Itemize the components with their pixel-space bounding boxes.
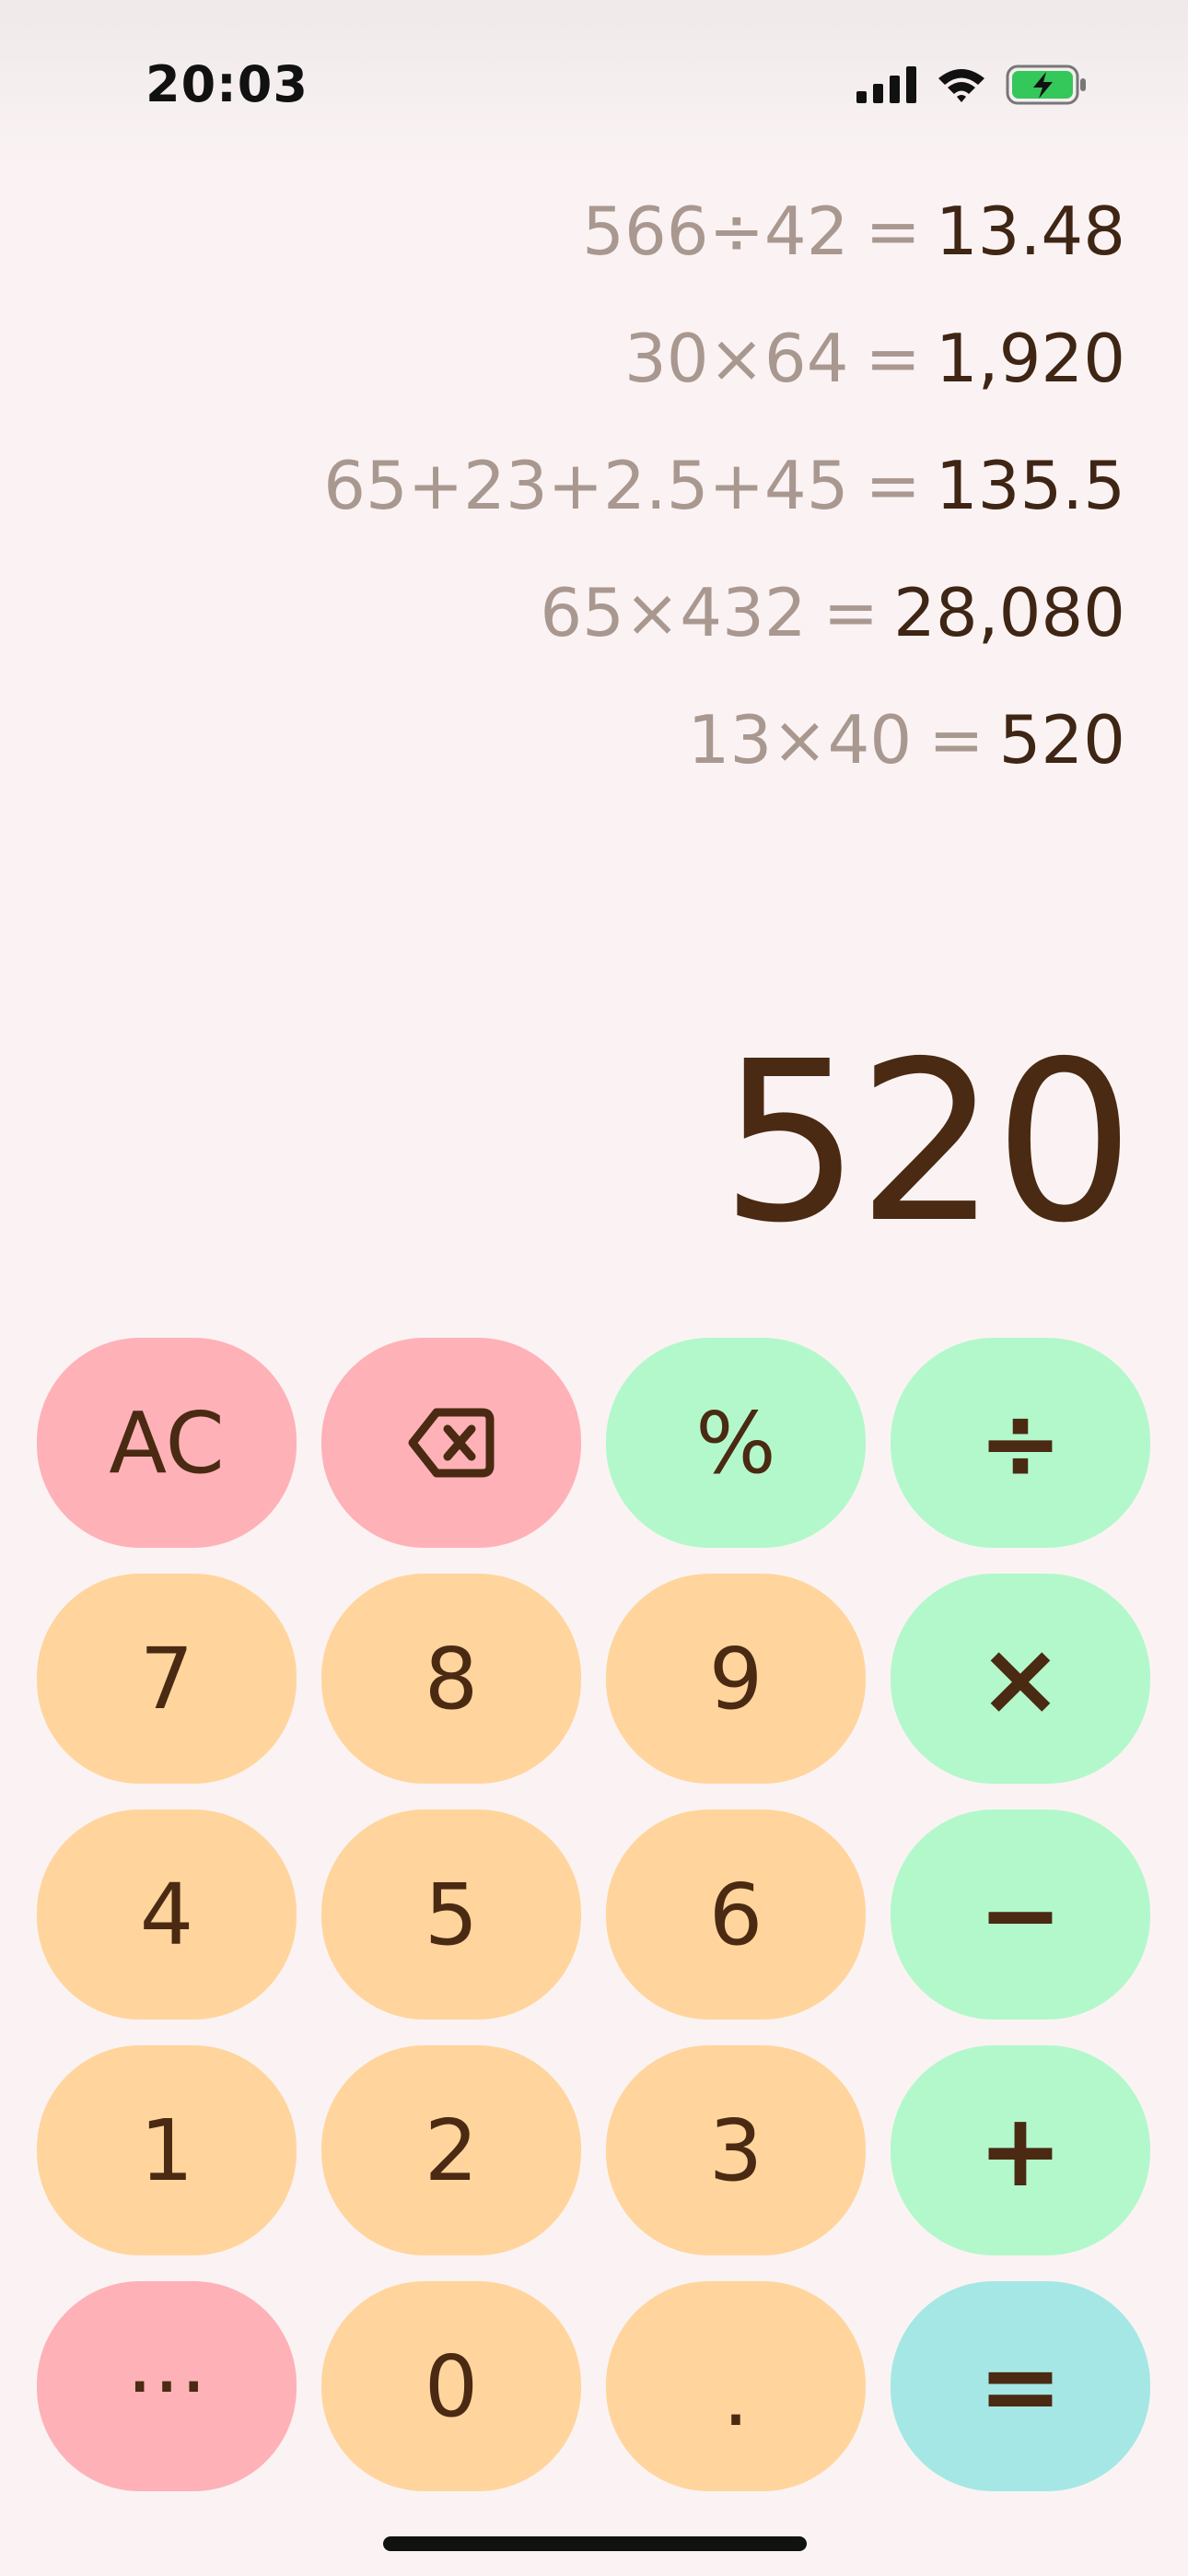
digit-9-button[interactable]: 9 <box>606 1574 866 1784</box>
backspace-button[interactable] <box>321 1338 581 1548</box>
status-icons <box>856 64 1089 105</box>
clear-button[interactable]: AC <box>37 1338 297 1548</box>
minus-label: − <box>977 1856 1064 1973</box>
decimal-button[interactable]: . <box>606 2281 866 2491</box>
status-bar: 20:03 <box>0 0 1188 166</box>
history-row[interactable]: 65×432 = 28,080 <box>66 580 1125 707</box>
history-expression: 65+23+2.5+45 <box>323 447 849 524</box>
divide-label: ÷ <box>977 1384 1064 1502</box>
home-indicator[interactable] <box>383 2536 807 2551</box>
history-result: 28,080 <box>893 574 1125 651</box>
digit-5-button[interactable]: 5 <box>321 1809 581 2020</box>
cellular-signal-icon <box>856 66 917 103</box>
backspace-icon <box>407 1407 495 1479</box>
history-expression: 65×432 <box>540 574 807 651</box>
keypad: AC % ÷ 7 8 9 × 4 5 6 − 1 2 3 + ··· 0 . = <box>37 1338 1151 2491</box>
history-equals: = <box>865 320 921 397</box>
history-result: 135.5 <box>935 447 1125 524</box>
plus-button[interactable]: + <box>891 2045 1150 2255</box>
digit-4-button[interactable]: 4 <box>37 1809 297 2020</box>
history-row[interactable]: 30×64 = 1,920 <box>66 325 1125 452</box>
history-row[interactable]: 13×40 = 520 <box>66 707 1125 834</box>
history-result: 1,920 <box>935 320 1125 397</box>
more-label: ··· <box>126 2336 207 2436</box>
history-result: 13.48 <box>935 193 1125 270</box>
calculation-history: 566÷42 = 13.48 30×64 = 1,920 65+23+2.5+4… <box>66 198 1125 834</box>
multiply-button[interactable]: × <box>891 1574 1150 1784</box>
history-equals: = <box>865 193 921 270</box>
minus-button[interactable]: − <box>891 1809 1150 2020</box>
history-result: 520 <box>998 701 1125 779</box>
plus-label: + <box>977 2091 1064 2209</box>
multiply-label: × <box>977 1620 1064 1738</box>
digit-2-button[interactable]: 2 <box>321 2045 581 2255</box>
percent-button[interactable]: % <box>606 1338 866 1548</box>
digit-8-button[interactable]: 8 <box>321 1574 581 1784</box>
decimal-label: . <box>722 2346 750 2445</box>
battery-charging-icon <box>1006 64 1089 105</box>
result-display: 520 <box>719 1013 1135 1271</box>
more-options-button[interactable]: ··· <box>37 2281 297 2491</box>
equals-button[interactable]: = <box>891 2281 1150 2491</box>
divide-button[interactable]: ÷ <box>891 1338 1150 1548</box>
digit-1-button[interactable]: 1 <box>37 2045 297 2255</box>
history-equals: = <box>865 447 921 524</box>
digit-3-button[interactable]: 3 <box>606 2045 866 2255</box>
digit-0-button[interactable]: 0 <box>321 2281 581 2491</box>
history-expression: 13×40 <box>687 701 913 779</box>
equals-label: = <box>977 2327 1064 2445</box>
digit-6-button[interactable]: 6 <box>606 1809 866 2020</box>
digit-7-button[interactable]: 7 <box>37 1574 297 1784</box>
history-row[interactable]: 65+23+2.5+45 = 135.5 <box>66 452 1125 580</box>
history-row[interactable]: 566÷42 = 13.48 <box>66 198 1125 325</box>
history-equals: = <box>928 701 984 779</box>
history-equals: = <box>822 574 879 651</box>
history-expression: 566÷42 <box>582 193 849 270</box>
wifi-icon <box>936 65 987 104</box>
history-expression: 30×64 <box>623 320 849 397</box>
status-time: 20:03 <box>146 55 309 113</box>
